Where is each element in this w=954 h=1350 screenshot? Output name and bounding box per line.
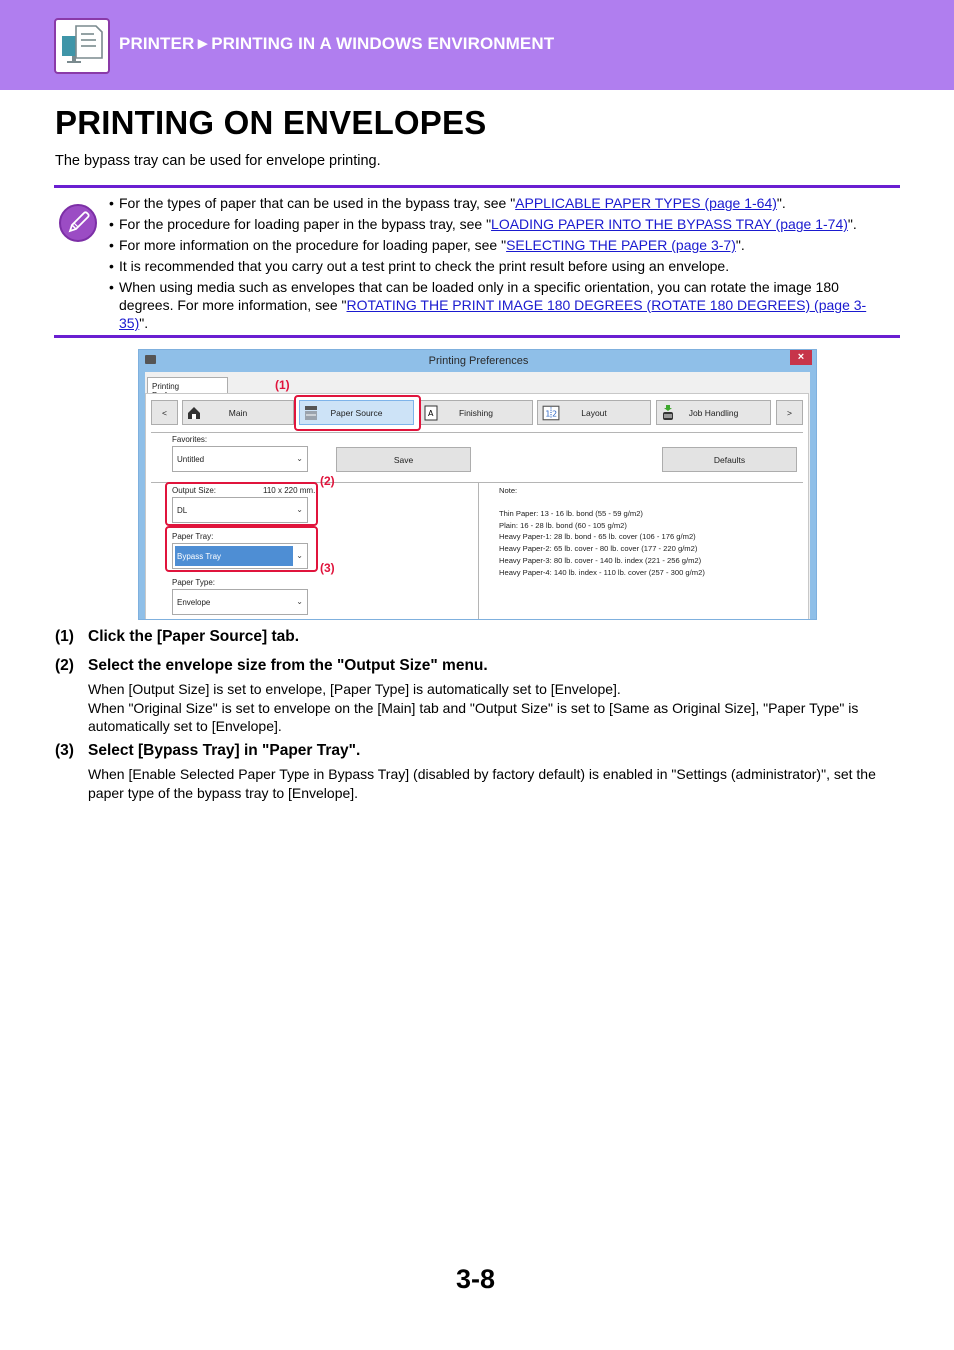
section-header: PRINTER►PRINTING IN A WINDOWS ENVIRONMEN…: [0, 0, 954, 90]
step-3-title: (3) Select [Bypass Tray] in "Paper Tray".: [55, 742, 361, 759]
note-item: For the types of paper that can be used …: [109, 194, 889, 212]
paper-type-select[interactable]: Envelope ⌄: [172, 589, 308, 615]
tab-layout[interactable]: 12 Layout: [537, 400, 651, 425]
dialog-border-right: [810, 372, 816, 619]
note-item: For the procedure for loading paper in t…: [109, 215, 889, 233]
svg-text:A: A: [428, 409, 434, 418]
tab-finishing[interactable]: A Finishing: [419, 400, 533, 425]
separator-vertical: [478, 482, 479, 619]
save-button[interactable]: Save: [336, 447, 471, 472]
paper-weight-note: Note: Thin Paper: 13 - 16 lb. bond (55 -…: [499, 486, 705, 577]
note-item: For more information on the procedure fo…: [109, 236, 889, 254]
note-list: For the types of paper that can be used …: [109, 194, 889, 335]
note-line: Heavy Paper-2: 65 lb. cover - 80 lb. cov…: [499, 544, 698, 554]
page-title: PRINTING ON ENVELOPES: [55, 104, 487, 141]
highlight-paper-tray: [165, 526, 318, 572]
printer-computer-icon: [54, 18, 110, 74]
note-item: When using media such as envelopes that …: [109, 278, 889, 332]
tab-printing-preferences[interactable]: Printing Preferences: [147, 377, 228, 400]
callout-1: (1): [275, 378, 290, 392]
tab-main[interactable]: Main: [182, 400, 294, 425]
finishing-icon: A: [424, 405, 438, 421]
note-box: For the types of paper that can be used …: [54, 185, 900, 338]
step-2-title: (2) Select the envelope size from the "Ou…: [55, 657, 488, 674]
page-number: 3-8: [456, 1264, 496, 1294]
chevron-down-icon: ⌄: [296, 597, 303, 606]
nav-prev-button[interactable]: <: [151, 400, 178, 425]
close-button[interactable]: ×: [790, 350, 812, 365]
link-applicable-paper-types[interactable]: APPLICABLE PAPER TYPES (page 1-64): [515, 195, 777, 211]
nav-next-button[interactable]: >: [776, 400, 803, 425]
step-1-title: (1) Click the [Paper Source] tab.: [55, 628, 300, 645]
note-line: Plain: 16 - 28 lb. bond (60 - 105 g/m2): [499, 520, 627, 530]
step-2-description: When [Output Size] is set to envelope, […: [88, 681, 859, 734]
tab-job-handling[interactable]: Job Handling: [656, 400, 771, 425]
chevron-down-icon: ⌄: [296, 454, 303, 463]
callout-3: (3): [320, 561, 335, 575]
svg-text:1: 1: [545, 409, 550, 418]
pencil-note-icon: [59, 204, 97, 242]
svg-text:2: 2: [552, 409, 557, 418]
dialog-titlebar: Printing Preferences ×: [139, 350, 816, 372]
favorites-label: Favorites:: [172, 435, 208, 444]
dialog-title: Printing Preferences: [428, 355, 529, 367]
job-handling-icon: [663, 405, 673, 420]
breadcrumb: PRINTER►PRINTING IN A WINDOWS ENVIRONMEN…: [119, 34, 555, 53]
link-selecting-paper[interactable]: SELECTING THE PAPER (page 3-7): [506, 237, 736, 253]
link-loading-paper-bypass[interactable]: LOADING PAPER INTO THE BYPASS TRAY (page…: [491, 216, 848, 232]
note-line: Thin Paper: 13 - 16 lb. bond (55 - 59 g/…: [499, 508, 643, 518]
callout-2: (2): [320, 474, 335, 488]
note-item: It is recommended that you carry out a t…: [109, 257, 889, 275]
home-icon: [188, 407, 200, 419]
separator: [151, 432, 803, 433]
highlight-paper-source: [294, 395, 421, 431]
defaults-button[interactable]: Defaults: [662, 447, 797, 472]
favorites-select[interactable]: Untitled ⌄: [172, 446, 308, 472]
intro-text: The bypass tray can be used for envelope…: [55, 153, 381, 169]
note-line: Heavy Paper-1: 28 lb. bond - 65 lb. cove…: [499, 532, 696, 542]
note-line: Heavy Paper-4: 140 lb. index - 110 lb. c…: [499, 567, 705, 577]
step-3-description: When [Enable Selected Paper Type in Bypa…: [88, 766, 876, 801]
layout-icon: 12: [542, 405, 560, 421]
printing-preferences-dialog: Printing Preferences × Printing Preferen…: [138, 349, 817, 620]
highlight-output-size: [165, 482, 318, 526]
note-line: Heavy Paper-3: 80 lb. cover - 140 lb. in…: [499, 555, 702, 565]
paper-type-label: Paper Type:: [172, 578, 215, 587]
